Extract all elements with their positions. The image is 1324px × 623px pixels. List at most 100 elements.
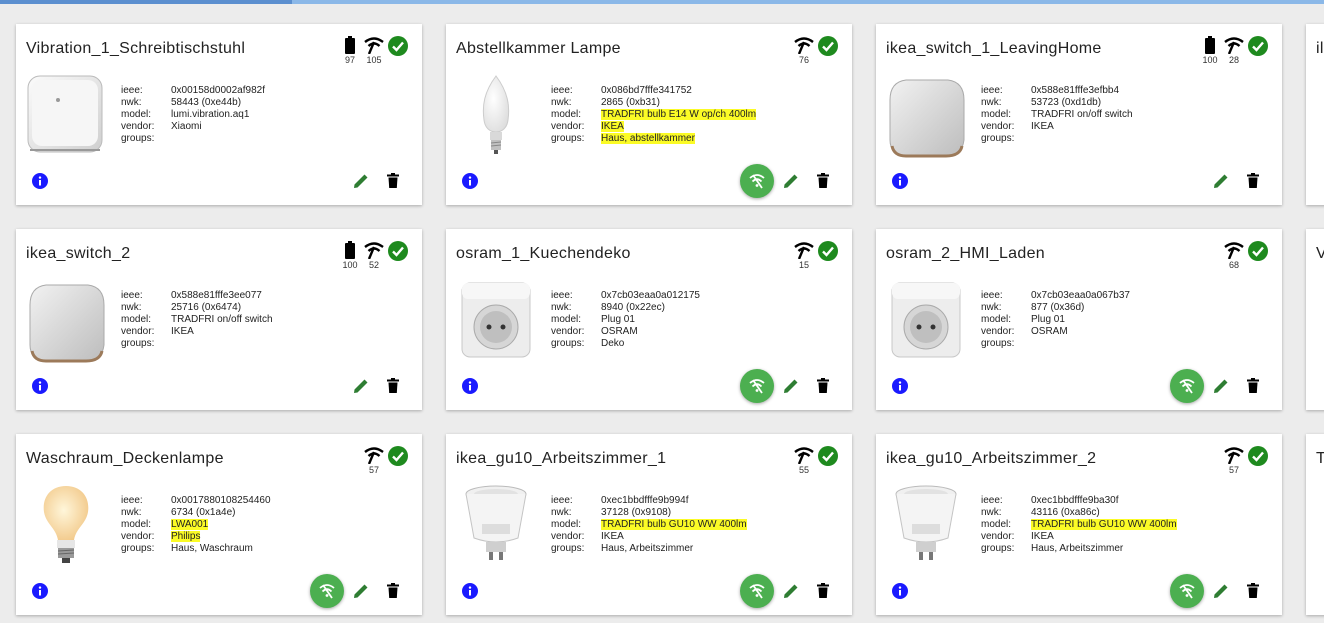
check-circle-icon — [388, 241, 408, 261]
map-button[interactable] — [1170, 369, 1204, 403]
info-icon[interactable] — [462, 583, 478, 599]
link-quality-value: 55 — [798, 465, 809, 475]
delete-trash-icon[interactable] — [814, 582, 832, 600]
device-details: ieee: 0x0017880108254460 nwk: 6734 (0x1a4e… — [121, 495, 271, 554]
link-quality-value: 15 — [798, 260, 809, 270]
edit-pencil-icon[interactable] — [1212, 172, 1230, 190]
info-icon[interactable] — [892, 583, 908, 599]
map-button[interactable] — [1170, 574, 1204, 608]
link-quality-value: 52 — [368, 260, 379, 270]
link-quality-status: 57 — [1222, 446, 1246, 475]
link-quality-status: 55 — [792, 446, 816, 475]
device-details: ieee: 0x588e81fffe3efbb4 nwk: 53723 (0xd1d… — [981, 85, 1133, 144]
edit-pencil-icon[interactable] — [352, 172, 370, 190]
device-image-a19-bulb — [26, 480, 106, 570]
device-image-ikea-switch — [26, 275, 106, 365]
delete-trash-icon[interactable] — [384, 172, 402, 190]
device-image-osram-plug — [886, 275, 966, 365]
online-status — [386, 241, 410, 261]
info-icon[interactable] — [462, 378, 478, 394]
device-name: Abstellkammer Lampe — [456, 40, 621, 57]
edit-pencil-icon[interactable] — [782, 377, 800, 395]
device-card-osram-1: osram_1_Kuechendeko 15 ieee: 0x7cb03eaa0a… — [446, 229, 852, 410]
device-image-osram-plug — [456, 275, 536, 365]
device-details: ieee: 0x086bd7fffe341752 nwk: 2865 (0xb31)… — [551, 85, 757, 144]
device-name: osram_1_Kuechendeko — [456, 245, 631, 262]
info-icon[interactable] — [32, 378, 48, 394]
edit-pencil-icon[interactable] — [352, 582, 370, 600]
edit-pencil-icon[interactable] — [1212, 377, 1230, 395]
link-quality-status: 68 — [1222, 241, 1246, 270]
delete-trash-icon[interactable] — [384, 377, 402, 395]
device-card-ikea-gu10-2: ikea_gu10_Arbeitszimmer_2 57 ieee: 0xec1b… — [876, 434, 1282, 615]
device-image-gu10-bulb — [886, 480, 966, 570]
delete-trash-icon[interactable] — [814, 377, 832, 395]
map-button[interactable] — [740, 574, 774, 608]
info-icon[interactable] — [892, 173, 908, 189]
link-quality-status: 57 — [362, 446, 386, 475]
device-card-osram-2: osram_2_HMI_Laden 68 ieee: 0x7cb03eaa0a06… — [876, 229, 1282, 410]
delete-trash-icon[interactable] — [814, 172, 832, 190]
device-details: ieee: 0x7cb03eaa0a012175 nwk: 8940 (0x22ec… — [551, 290, 700, 349]
check-circle-icon — [1248, 241, 1268, 261]
device-details: ieee: 0xec1bbdfffe9ba30f nwk: 43116 (0xa86… — [981, 495, 1177, 554]
info-icon[interactable] — [892, 378, 908, 394]
device-card-ikea-gu10-1: ikea_gu10_Arbeitszimmer_1 55 ieee: 0xec1b… — [446, 434, 852, 615]
device-name: ikea_switch_2 — [26, 245, 131, 262]
link-quality-value: 105 — [366, 55, 382, 65]
info-icon[interactable] — [462, 173, 478, 189]
delete-trash-icon[interactable] — [1244, 172, 1262, 190]
device-name: osram_2_HMI_Laden — [886, 245, 1045, 262]
device-image-vibration-sensor — [26, 70, 106, 160]
device-name: Vibration_1_Schreibtischstuhl — [26, 40, 246, 57]
wifi-remove-icon — [319, 584, 335, 599]
active-tab-indicator — [0, 0, 292, 4]
link-quality-value: 76 — [798, 55, 809, 65]
edit-pencil-icon[interactable] — [782, 172, 800, 190]
device-details: ieee: 0x7cb03eaa0a067b37 nwk: 877 (0x36d) … — [981, 290, 1130, 349]
edit-pencil-icon[interactable] — [782, 582, 800, 600]
check-circle-icon — [1248, 36, 1268, 56]
battery-status: 100 — [338, 241, 362, 270]
device-image-e14-bulb — [456, 70, 536, 160]
link-quality-value: 68 — [1228, 260, 1239, 270]
device-status: 57 — [1222, 446, 1270, 478]
device-card-vibration-1: Vibration_1_Schreibtischstuhl 97 105 iee… — [16, 24, 422, 205]
link-quality-value: 28 — [1228, 55, 1239, 65]
device-status: 100 28 — [1198, 36, 1270, 68]
online-status — [816, 241, 840, 261]
device-image-gu10-bulb — [456, 480, 536, 570]
check-circle-icon — [388, 36, 408, 56]
device-status: 57 — [362, 446, 410, 478]
device-card-abstellkammer-lampe: Abstellkammer Lampe 76 ieee: 0x086bd7fffe… — [446, 24, 852, 205]
device-name: il — [1316, 40, 1324, 57]
delete-trash-icon[interactable] — [1244, 377, 1262, 395]
map-button[interactable] — [740, 369, 774, 403]
device-status: 97 105 — [338, 36, 410, 68]
info-icon[interactable] — [32, 583, 48, 599]
signal-icon — [1224, 447, 1244, 464]
device-name: ikea_switch_1_LeavingHome — [886, 40, 1102, 57]
device-status: 15 — [792, 241, 840, 273]
battery-status: 97 — [338, 36, 362, 65]
info-icon[interactable] — [32, 173, 48, 189]
map-button[interactable] — [310, 574, 344, 608]
delete-trash-icon[interactable] — [384, 582, 402, 600]
device-image-ikea-switch — [886, 70, 966, 160]
edit-pencil-icon[interactable] — [1212, 582, 1230, 600]
check-circle-icon — [388, 446, 408, 466]
signal-icon — [364, 447, 384, 464]
check-circle-icon — [818, 241, 838, 261]
battery-icon — [345, 241, 355, 259]
device-card-partial: il — [1306, 24, 1324, 205]
signal-icon — [364, 242, 384, 259]
battery-value: 97 — [344, 55, 355, 65]
device-name: Waschraum_Deckenlampe — [26, 450, 224, 467]
wifi-remove-icon — [749, 379, 765, 394]
link-quality-value: 57 — [1228, 465, 1239, 475]
delete-trash-icon[interactable] — [1244, 582, 1262, 600]
check-circle-icon — [1248, 446, 1268, 466]
link-quality-status: 105 — [362, 36, 386, 65]
map-button[interactable] — [740, 164, 774, 198]
edit-pencil-icon[interactable] — [352, 377, 370, 395]
